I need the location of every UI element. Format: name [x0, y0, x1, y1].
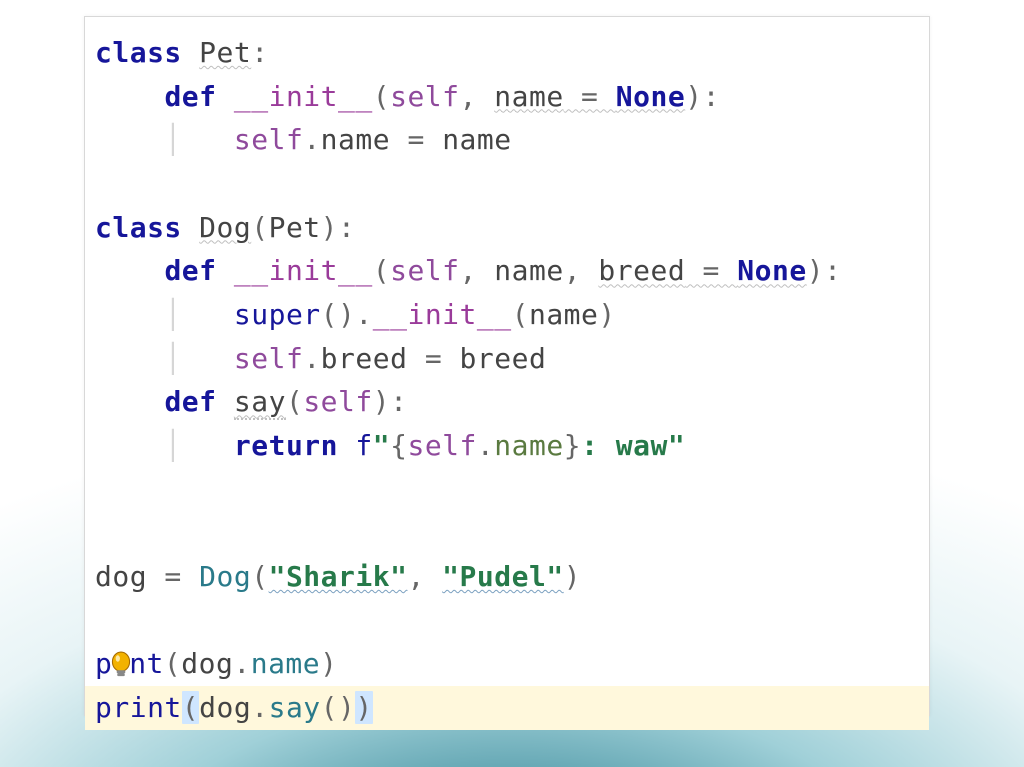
super-call: super: [234, 298, 321, 331]
code-content: class Pet: def __init__(self, name = Non…: [95, 31, 919, 730]
rpar: ): [685, 80, 702, 113]
code-editor: class Pet: def __init__(self, name = Non…: [84, 16, 930, 716]
base-pet: Pet: [269, 211, 321, 244]
kw-return: return: [234, 429, 338, 462]
str-sharik: "Sharik": [269, 560, 408, 593]
var-dog: dog: [95, 560, 147, 593]
ctor-dog: Dog: [199, 560, 251, 593]
class-name-pet: Pet: [199, 36, 251, 69]
kw-class: class: [95, 211, 182, 244]
highlighted-line: print(dog.say()): [85, 686, 929, 730]
lpar: (: [373, 80, 390, 113]
kw-def: def: [164, 254, 216, 287]
kw-class: class: [95, 36, 182, 69]
class-name-dog: Dog: [199, 211, 251, 244]
print-call: print: [95, 691, 182, 724]
param-self: self: [390, 80, 459, 113]
str-pudel: "Pudel": [442, 560, 564, 593]
rhs-name: name: [442, 123, 511, 156]
attr-breed: breed: [321, 342, 408, 375]
fstring-prefix: f: [355, 429, 372, 462]
param-name: name: [494, 254, 563, 287]
kw-def: def: [164, 385, 216, 418]
slide: class Pet: def __init__(self, name = Non…: [0, 0, 1024, 767]
dunder-init: __init__: [234, 254, 373, 287]
indent-guide: │: [164, 123, 181, 156]
dunder-init: __init__: [234, 80, 373, 113]
kw-def: def: [164, 80, 216, 113]
colon: :: [251, 36, 268, 69]
method-say: say: [234, 385, 286, 420]
attr-name: name: [321, 123, 390, 156]
self: self: [234, 123, 303, 156]
param-breed: breed = None: [598, 254, 806, 287]
param-name: name = None: [494, 80, 685, 113]
comma: ,: [460, 80, 495, 113]
cursor-selection: (: [182, 691, 199, 724]
